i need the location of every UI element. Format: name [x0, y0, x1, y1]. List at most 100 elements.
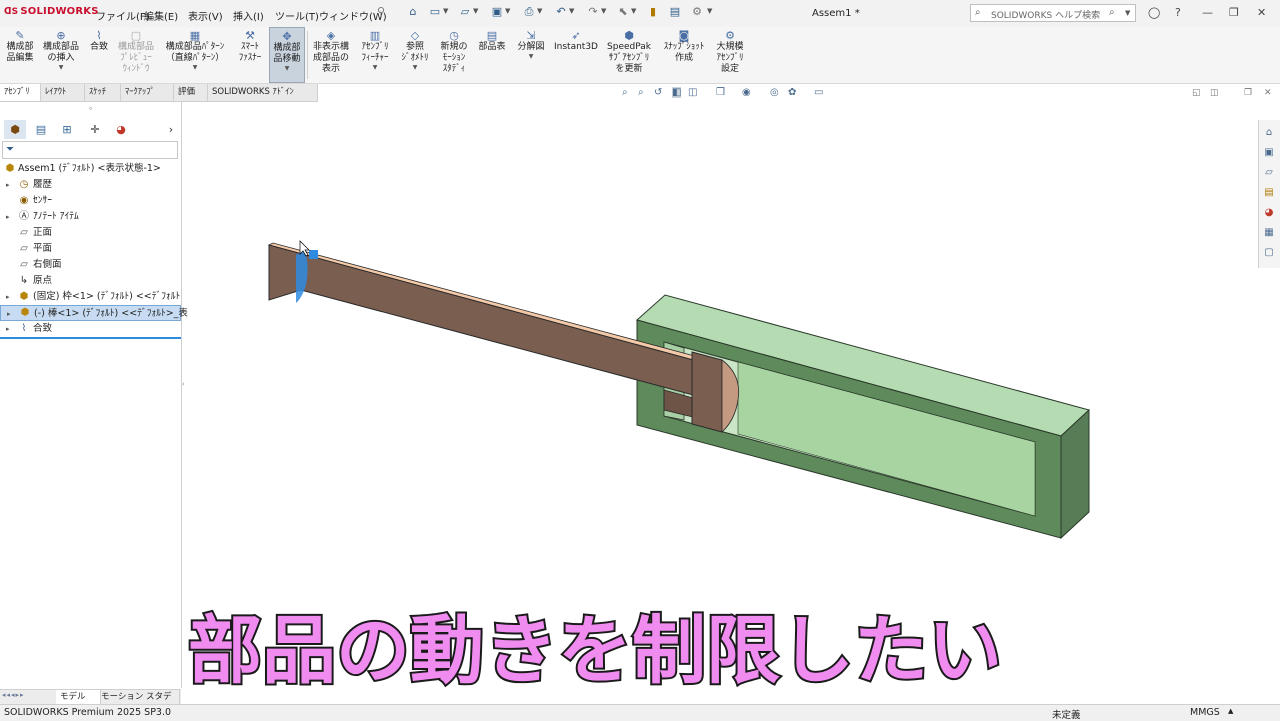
minimize-icon[interactable]: —: [1202, 6, 1213, 19]
large-assembly-settings-button[interactable]: ⚙ 大規模 ｱｾﾝﾌﾞﾘ 設定: [711, 27, 749, 83]
forum-icon[interactable]: ▢: [1261, 245, 1277, 261]
zoom-to-area-icon[interactable]: ⌕: [638, 87, 644, 98]
chevron-down-icon[interactable]: ▼: [1125, 9, 1130, 17]
help-search-input[interactable]: ⌕ SOLIDWORKS ヘルプ検索 ⌕ ▼: [970, 4, 1136, 22]
menu-insert[interactable]: 挿入(I): [233, 8, 264, 23]
custom-properties-icon[interactable]: ▦: [1261, 225, 1277, 241]
bill-of-materials-button[interactable]: ▤ 部品表: [474, 27, 510, 83]
design-library-icon[interactable]: ▣: [1261, 145, 1277, 161]
linear-pattern-button[interactable]: ▦ 構成部品ﾊﾟﾀｰﾝ （直線ﾊﾟﾀｰﾝ） ▼: [159, 27, 231, 83]
dynamic-annotation-icon[interactable]: ◫: [688, 87, 697, 98]
viewport-restore-icon[interactable]: ◱: [1192, 88, 1201, 98]
expand-icon[interactable]: ▸: [7, 306, 11, 322]
restore-icon[interactable]: ❐: [1229, 6, 1239, 19]
new-document-icon[interactable]: ▭: [428, 5, 442, 19]
gear-icon[interactable]: ⚙: [690, 5, 704, 19]
viewport-close-icon[interactable]: ✕: [1264, 88, 1272, 98]
select-cursor-icon[interactable]: ⬉: [616, 5, 630, 19]
chevron-down-icon[interactable]: ▼: [569, 7, 574, 15]
expand-icon[interactable]: ▸: [6, 177, 10, 193]
viewport-maximize-icon[interactable]: ❐: [1244, 88, 1252, 98]
display-style-icon[interactable]: ◉: [742, 87, 751, 98]
tab-layout[interactable]: ﾚｲｱｳﾄ: [41, 84, 85, 101]
home-icon[interactable]: ⌂: [1261, 125, 1277, 141]
tree-item-sensors[interactable]: ◉ ｾﾝｻｰ: [0, 193, 181, 209]
viewport-tile-icon[interactable]: ◫: [1210, 88, 1219, 98]
file-explorer-icon[interactable]: ▱: [1261, 165, 1277, 181]
tree-root[interactable]: ⬢ Assem1 (ﾃﾞﾌｫﾙﾄ) <表示状態-1>: [0, 161, 181, 177]
tab-evaluate[interactable]: 評価: [174, 84, 208, 101]
assembly-features-button[interactable]: ▥ ｱｾﾝﾌﾞﾘ ﾌｨｰﾁｬｰ ▼: [356, 27, 394, 83]
edit-component-button[interactable]: ✎ 構成部 品編集: [2, 27, 38, 83]
appearances-icon[interactable]: ◕: [1261, 205, 1277, 221]
open-folder-icon[interactable]: ▱: [458, 5, 472, 19]
tree-item-right-plane[interactable]: ▱ 右側面: [0, 257, 181, 273]
tab-motion-study-1[interactable]: モーション スタディ 1: [97, 690, 180, 716]
instant3d-button[interactable]: ➶ Instant3D: [552, 27, 600, 83]
chevron-down-icon[interactable]: ▼: [601, 7, 606, 15]
help-icon[interactable]: ?: [1175, 6, 1181, 19]
menu-view[interactable]: 表示(V): [188, 8, 223, 23]
tree-item-annotations[interactable]: ▸ Ⓐ ｱﾉﾃｰﾄ ｱｲﾃﾑ: [0, 209, 181, 225]
user-icon[interactable]: ◯: [1148, 6, 1160, 19]
menu-file[interactable]: ファイル(F): [96, 8, 150, 23]
mate-button[interactable]: ⌇ 合致: [84, 27, 114, 83]
tree-item-rod-part[interactable]: ▸ ⬢ (-) 棒<1> (ﾃﾞﾌｫﾙﾄ) <<ﾃﾞﾌｫﾙﾄ>_表: [0, 305, 188, 322]
close-icon[interactable]: ✕: [1257, 6, 1266, 19]
expand-icon[interactable]: ▸: [6, 289, 10, 305]
feature-manager-tab-icon[interactable]: ⬢: [4, 120, 26, 139]
tab-assembly[interactable]: ｱｾﾝﾌﾞﾘ: [0, 84, 41, 101]
view-palette-icon[interactable]: ▤: [1261, 185, 1277, 201]
tree-item-top-plane[interactable]: ▱ 平面: [0, 241, 181, 257]
save-icon[interactable]: ▣: [490, 5, 504, 19]
unit-system[interactable]: MMGS: [1190, 707, 1220, 718]
speedpak-button[interactable]: ⬢ SpeedPak ｻﾌﾞｱｾﾝﾌﾞﾘ を更新: [602, 27, 656, 83]
tree-item-origin[interactable]: ↳ 原点: [0, 273, 181, 289]
view-orientation-icon[interactable]: ❒: [716, 87, 725, 98]
redo-icon[interactable]: ↷: [586, 5, 600, 19]
reference-geometry-button[interactable]: ◇ 参照 ｼﾞｵﾒﾄﾘ ▼: [397, 27, 433, 83]
tree-item-front-plane[interactable]: ▱ 正面: [0, 225, 181, 241]
dimxpert-tab-icon[interactable]: ✛: [84, 120, 106, 139]
menu-edit[interactable]: 編集(E): [144, 8, 178, 23]
configuration-manager-tab-icon[interactable]: ⊞: [56, 120, 78, 139]
undo-icon[interactable]: ↶: [554, 5, 568, 19]
expand-icon[interactable]: ▸: [6, 209, 10, 225]
home-icon[interactable]: ⌂: [406, 5, 420, 19]
hide-show-items-icon[interactable]: ◎: [770, 87, 779, 98]
graphics-area[interactable]: [182, 102, 1257, 692]
exploded-view-button[interactable]: ⇲ 分解図 ▼: [513, 27, 549, 83]
section-view-icon[interactable]: ◧: [672, 87, 682, 98]
tab-sketch[interactable]: ｽｹｯﾁ: [85, 84, 121, 101]
zoom-to-fit-icon[interactable]: ⌕: [622, 87, 628, 98]
tree-filter-field[interactable]: ⏷: [2, 141, 178, 159]
tab-markup[interactable]: ﾏｰｸｱｯﾌﾟ: [121, 84, 174, 101]
tree-item-mates[interactable]: ▸ ⌇ 合致: [0, 321, 181, 337]
expand-icon[interactable]: ▸: [6, 321, 10, 337]
previous-view-icon[interactable]: ↺: [654, 87, 662, 98]
chevron-down-icon[interactable]: ▼: [631, 7, 636, 15]
tree-item-frame-part[interactable]: ▸ ⬢ (固定) 枠<1> (ﾃﾞﾌｫﾙﾄ) <<ﾃﾞﾌｫﾙﾄ: [0, 289, 181, 305]
show-hidden-components-button[interactable]: ◈ 非表示構 成部品の 表示: [309, 27, 353, 83]
print-icon[interactable]: ⎙: [522, 5, 536, 19]
edit-appearance-icon[interactable]: ✿: [788, 87, 796, 98]
file-properties-icon[interactable]: ▤: [668, 5, 682, 19]
chevron-down-icon[interactable]: ▼: [707, 7, 712, 15]
tab-model[interactable]: モデル: [56, 690, 101, 704]
pin-icon[interactable]: ⚲: [374, 5, 388, 19]
rollback-bar[interactable]: [0, 337, 181, 339]
panel-splitter[interactable]: ∘: [88, 104, 93, 113]
tab-scroll-arrows-icon[interactable]: ◂◂◂▸▸: [2, 691, 25, 699]
take-snapshot-button[interactable]: ◙ ｽﾅｯﾌﾟｼｮｯﾄ 作成: [658, 27, 710, 83]
menu-tools[interactable]: ツール(T): [275, 8, 319, 23]
chevron-right-icon[interactable]: ›: [164, 120, 178, 139]
tree-item-history[interactable]: ▸ ◷ 履歴: [0, 177, 181, 193]
component-preview-window-button[interactable]: ▢ 構成部品 ﾌﾟﾚﾋﾞｭｰ ｳｨﾝﾄﾞｳ: [114, 27, 158, 83]
solidworks-logo[interactable]: ᗡS SOLIDWORKS: [4, 6, 99, 17]
chevron-down-icon[interactable]: ▼: [537, 7, 542, 15]
chevron-down-icon[interactable]: ▼: [443, 7, 448, 15]
display-manager-tab-icon[interactable]: ◕: [110, 120, 132, 139]
chevron-down-icon[interactable]: ▼: [473, 7, 478, 15]
property-manager-tab-icon[interactable]: ▤: [30, 120, 52, 139]
new-motion-study-button[interactable]: ◷ 新規の ﾓｰｼｮﾝ ｽﾀﾃﾞｨ: [436, 27, 472, 83]
